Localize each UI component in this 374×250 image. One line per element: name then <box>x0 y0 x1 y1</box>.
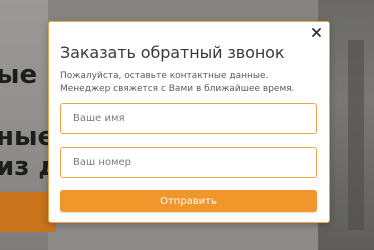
subtitle-line-1: Пожалуйста, оставьте контактные данные. <box>60 71 269 81</box>
close-icon <box>311 27 321 37</box>
name-input[interactable] <box>60 103 317 134</box>
close-button[interactable] <box>309 25 323 39</box>
background-heading-line-1: ые <box>0 60 38 90</box>
submit-button[interactable]: Отправить <box>60 190 317 212</box>
background-right-detail <box>348 40 364 230</box>
background-header <box>48 0 318 20</box>
modal-subtitle: Пожалуйста, оставьте контактные данные. … <box>60 70 322 96</box>
background-heading-line-2: ные <box>0 122 56 152</box>
subtitle-line-2: Менеджер свяжется с Вами в ближайшее вре… <box>60 84 295 94</box>
phone-input[interactable] <box>60 147 317 178</box>
page: ые ные из д Заказать обратный звонок Пож… <box>0 0 374 250</box>
callback-modal: Заказать обратный звонок Пожалуйста, ост… <box>48 21 330 223</box>
modal-title: Заказать обратный звонок <box>60 43 285 62</box>
